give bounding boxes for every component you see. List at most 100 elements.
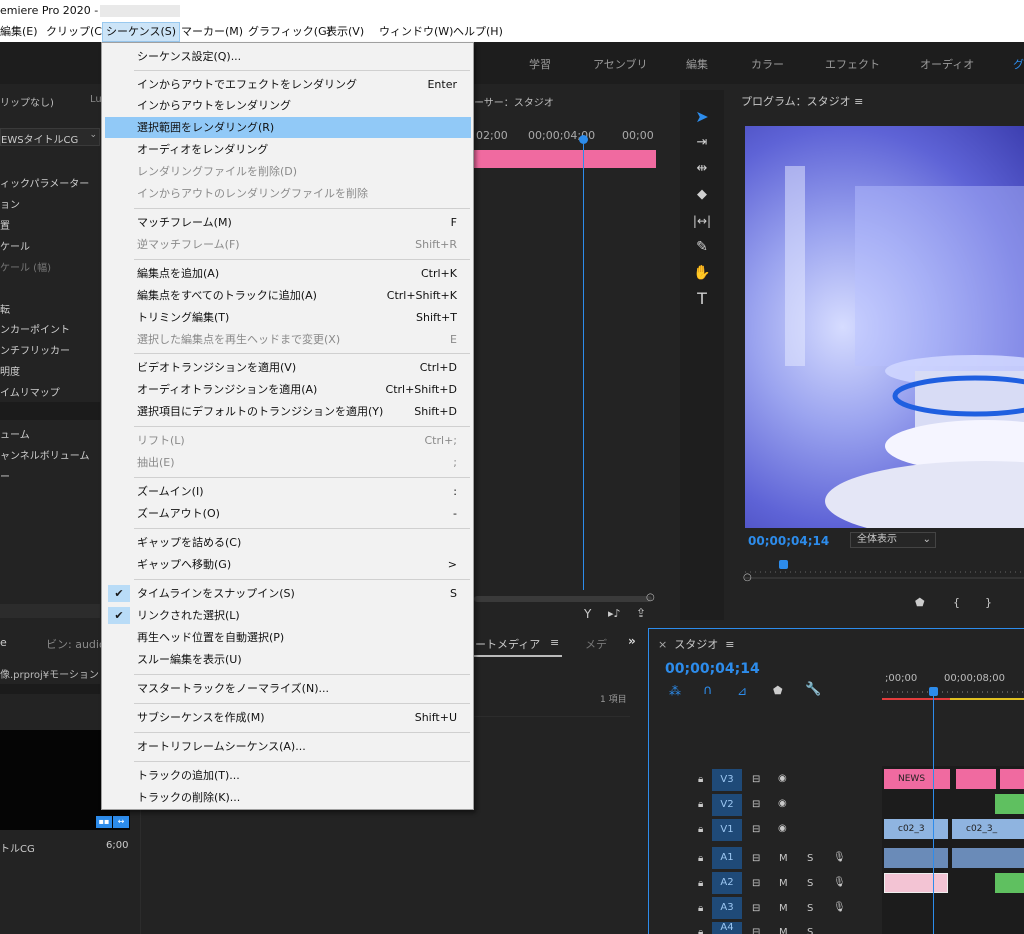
microphone-icon[interactable]: 🎙︎ bbox=[833, 902, 846, 913]
mark-in-icon[interactable]: { bbox=[953, 596, 960, 609]
menu-window[interactable]: ウィンドウ(W) bbox=[379, 22, 453, 42]
close-icon[interactable]: × bbox=[658, 638, 667, 651]
hand-tool-icon[interactable]: ✋ bbox=[690, 262, 714, 284]
sync-lock-icon[interactable]: ⊟ bbox=[752, 799, 760, 810]
ec-volume[interactable]: ューム bbox=[0, 426, 30, 441]
lock-icon[interactable]: 🔒︎ bbox=[698, 903, 703, 914]
menu-graphics[interactable]: グラフィック(G) bbox=[248, 22, 331, 42]
clip-v3-news[interactable]: NEWS bbox=[884, 769, 950, 789]
menu-item-apply-audio-transition[interactable]: オーディオトランジションを適用(A) Ctrl+Shift+D bbox=[105, 379, 471, 400]
menu-item-show-through-edits[interactable]: スルー編集を表示(U) bbox=[105, 649, 471, 670]
menu-item-go-to-gap[interactable]: ギャップへ移動(G) > bbox=[105, 554, 471, 575]
microphone-icon[interactable]: 🎙︎ bbox=[833, 877, 846, 888]
selection-tool-icon[interactable]: ➤ bbox=[690, 106, 714, 128]
workspace-graphics[interactable]: グ bbox=[1013, 56, 1024, 72]
razor-tool-icon[interactable]: ◆ bbox=[690, 184, 714, 206]
workspace-assembly[interactable]: アセンブリ bbox=[593, 56, 647, 72]
sync-lock-icon[interactable]: ⊟ bbox=[752, 824, 760, 835]
menu-item-trim-edit[interactable]: トリミング編集(T) Shift+T bbox=[105, 307, 471, 328]
menu-view[interactable]: 表示(V) bbox=[326, 22, 364, 42]
eye-icon[interactable]: ◉ bbox=[778, 773, 787, 784]
menu-item-linked-selection[interactable]: ✔ リンクされた選択(L) bbox=[105, 605, 471, 626]
track-label-a4[interactable]: A4 bbox=[712, 922, 742, 934]
clip-a1-b[interactable] bbox=[952, 848, 1024, 868]
solo-icon[interactable]: S bbox=[807, 853, 813, 864]
source-playhead[interactable] bbox=[579, 135, 588, 144]
ec-rotation[interactable]: 転 bbox=[0, 301, 10, 316]
menu-item-auto-reframe[interactable]: オートリフレームシーケンス(A)... bbox=[105, 736, 471, 757]
timeline-tracks-area[interactable]: NEWS c02_3 c02_3_ bbox=[882, 766, 1024, 934]
panel-menu-icon[interactable]: ≡ bbox=[550, 636, 559, 649]
menu-item-apply-video-transition[interactable]: ビデオトランジションを適用(V) Ctrl+D bbox=[105, 357, 471, 378]
menu-item-zoom-out[interactable]: ズームアウト(O) - bbox=[105, 503, 471, 524]
effect-controls-tab-lumetri[interactable]: Lu bbox=[90, 94, 102, 105]
export-icon[interactable]: ⇪ bbox=[636, 606, 646, 620]
more-panels-icon[interactable]: » bbox=[628, 634, 636, 648]
ec-position[interactable]: 置 bbox=[0, 217, 10, 232]
lock-icon[interactable]: 🔒︎ bbox=[698, 774, 703, 785]
menu-item-close-gap[interactable]: ギャップを詰める(C) bbox=[105, 532, 471, 553]
solo-icon[interactable]: S bbox=[807, 903, 813, 914]
eye-icon[interactable]: ◉ bbox=[778, 798, 787, 809]
track-label-v2[interactable]: V2 bbox=[712, 794, 742, 816]
menu-item-add-edit[interactable]: 編集点を追加(A) Ctrl+K bbox=[105, 263, 471, 284]
snap-icon[interactable]: ∩ bbox=[703, 683, 713, 698]
panel-menu-icon[interactable]: ≡ bbox=[854, 95, 863, 108]
lock-icon[interactable]: 🔒︎ bbox=[698, 878, 703, 889]
program-playhead[interactable] bbox=[779, 560, 788, 569]
clip-a1-a[interactable] bbox=[884, 848, 948, 868]
menu-item-render-in-out[interactable]: インからアウトをレンダリング bbox=[105, 95, 471, 116]
menu-help[interactable]: ヘルプ(H) bbox=[453, 22, 503, 42]
ec-scale[interactable]: ケール bbox=[0, 238, 30, 253]
sync-lock-icon[interactable]: ⊟ bbox=[752, 903, 760, 914]
track-label-v1[interactable]: V1 bbox=[712, 819, 742, 841]
menu-marker[interactable]: マーカー(M) bbox=[181, 22, 243, 42]
timeline-timecode[interactable]: 00;00;04;14 bbox=[665, 661, 760, 677]
slip-tool-icon[interactable]: |↔| bbox=[690, 210, 714, 232]
sync-lock-icon[interactable]: ⊟ bbox=[752, 774, 760, 785]
lock-icon[interactable]: 🔒︎ bbox=[698, 824, 703, 835]
timeline-ruler[interactable] bbox=[882, 688, 1024, 702]
add-marker-icon[interactable]: ⬟ bbox=[915, 596, 925, 609]
workspace-color[interactable]: カラー bbox=[751, 56, 784, 72]
sync-lock-icon[interactable]: ⊟ bbox=[752, 927, 760, 934]
clip-select-dropdown[interactable]: EWSタイトルCG ⌄ bbox=[0, 128, 100, 146]
lock-icon[interactable]: 🔒︎ bbox=[698, 927, 703, 934]
menu-item-match-frame[interactable]: マッチフレーム(M) F bbox=[105, 212, 471, 233]
ripple-edit-tool-icon[interactable]: ⇹ bbox=[690, 158, 714, 180]
linked-selection-icon[interactable]: ⊿ bbox=[737, 684, 747, 698]
clip-v3-c[interactable] bbox=[1000, 769, 1024, 789]
menu-item-make-subsequence[interactable]: サブシーケンスを作成(M) Shift+U bbox=[105, 707, 471, 728]
mute-icon[interactable]: M bbox=[779, 903, 788, 914]
audio-icon[interactable]: ▸♪ bbox=[608, 607, 621, 620]
ec-opacity[interactable]: 明度 bbox=[0, 363, 20, 378]
eye-icon[interactable]: ◉ bbox=[778, 823, 787, 834]
menu-item-normalize-master[interactable]: マスタートラックをノーマライズ(N)... bbox=[105, 678, 471, 699]
ec-time-remap[interactable]: イムリマップ bbox=[0, 384, 60, 399]
scroll-handle-icon[interactable]: ○ bbox=[646, 592, 655, 603]
menu-item-apply-default-transition[interactable]: 選択項目にデフォルトのトランジションを適用(Y) Shift+D bbox=[105, 401, 471, 422]
menu-item-add-tracks[interactable]: トラックの追加(T)... bbox=[105, 765, 471, 786]
mute-icon[interactable]: M bbox=[779, 853, 788, 864]
mute-icon[interactable]: M bbox=[779, 927, 788, 934]
menu-item-sequence-settings[interactable]: シーケンス設定(Q)... bbox=[105, 46, 471, 67]
project-bin-tab[interactable]: ビン: audio bbox=[46, 636, 106, 652]
menu-item-render-audio[interactable]: オーディオをレンダリング bbox=[105, 139, 471, 160]
mark-out-icon[interactable]: } bbox=[985, 596, 992, 609]
project-search-field[interactable] bbox=[0, 684, 100, 694]
zoom-fit-dropdown[interactable]: 全体表示 ⌄ bbox=[850, 532, 936, 548]
project-tab-close[interactable]: e bbox=[0, 636, 7, 649]
mute-icon[interactable]: M bbox=[779, 878, 788, 889]
type-tool-icon[interactable]: T bbox=[690, 288, 714, 310]
filter-icon[interactable]: Y bbox=[584, 607, 591, 621]
track-label-a1[interactable]: A1 bbox=[712, 847, 742, 869]
program-scroll-handle-icon[interactable]: ○ bbox=[743, 572, 752, 583]
program-ruler[interactable]: ○ bbox=[743, 560, 1024, 583]
source-zoom-scrollbar[interactable] bbox=[474, 596, 652, 602]
workspace-effects[interactable]: エフェクト bbox=[825, 56, 880, 72]
clip-v1-b[interactable]: c02_3_ bbox=[952, 819, 1024, 839]
solo-icon[interactable]: S bbox=[807, 927, 813, 934]
nest-toggle-icon[interactable]: ⁂ bbox=[669, 684, 681, 698]
lock-icon[interactable]: 🔒︎ bbox=[698, 799, 703, 810]
menu-item-auto-select-playhead[interactable]: 再生ヘッド位置を自動選択(P) bbox=[105, 627, 471, 648]
